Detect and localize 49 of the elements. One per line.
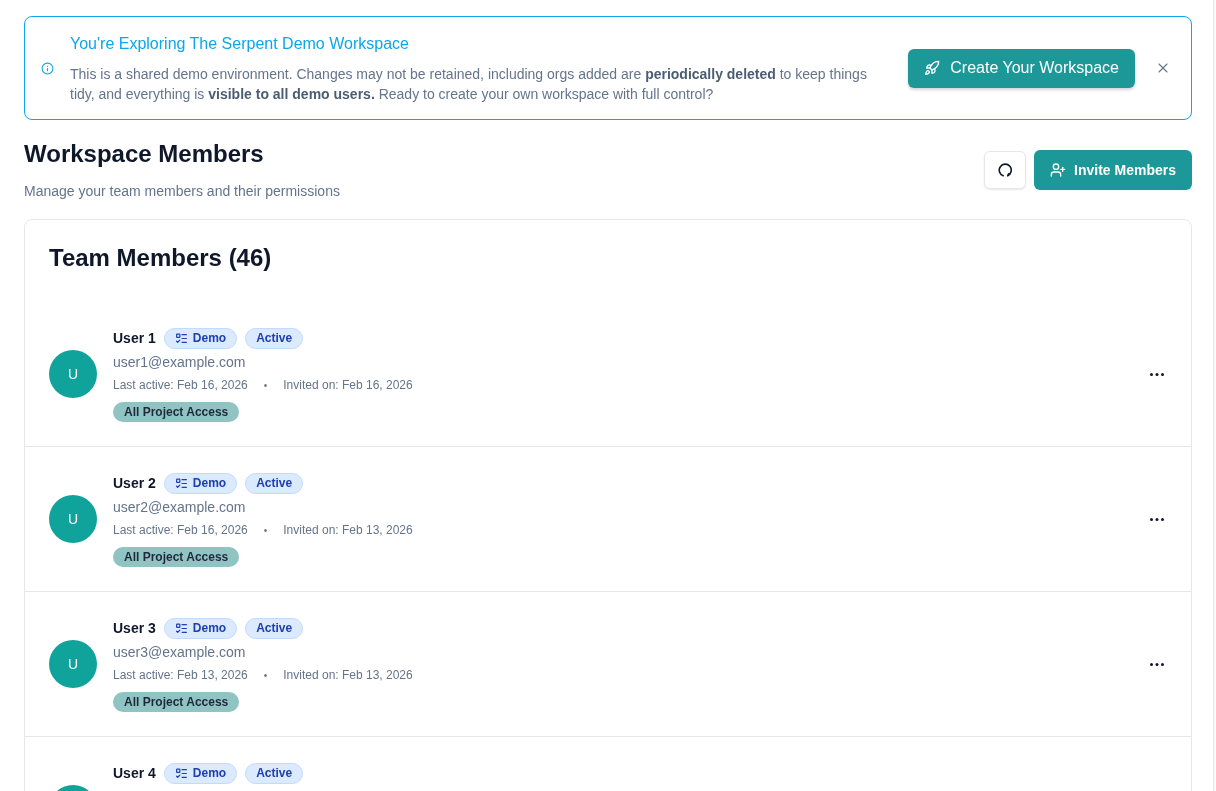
- page-subtitle: Manage your team members and their permissions: [24, 182, 340, 201]
- avatar: U: [49, 640, 97, 688]
- access-badge: All Project Access: [113, 547, 240, 567]
- demo-badge: Demo: [163, 762, 238, 784]
- access-badge: All Project Access: [113, 692, 240, 712]
- create-workspace-button[interactable]: Create Your Workspace: [908, 48, 1135, 88]
- separator-dot: •: [263, 524, 268, 536]
- status-badge: Active: [245, 327, 304, 349]
- status-badge: Active: [245, 617, 304, 639]
- last-active-date: Last active: Feb 16, 2026: [113, 378, 248, 392]
- member-name: User 1: [113, 330, 156, 346]
- avatar: U: [49, 495, 97, 543]
- member-email: user2@example.com: [113, 498, 247, 517]
- invite-members-button[interactable]: Invite Members: [1034, 149, 1192, 190]
- member-name: User 4: [113, 765, 156, 781]
- access-badge: All Project Access: [113, 402, 240, 422]
- invited-date: Invited on: Feb 16, 2026: [283, 378, 413, 392]
- status-badge: Active: [245, 472, 304, 494]
- invited-date: Invited on: Feb 13, 2026: [283, 668, 413, 682]
- info-icon: [41, 61, 54, 75]
- avatar: U: [49, 350, 97, 398]
- checklist-icon: [174, 476, 188, 490]
- checklist-icon: [174, 331, 188, 345]
- checklist-icon: [174, 766, 188, 780]
- last-active-date: Last active: Feb 16, 2026: [113, 523, 248, 537]
- card-title: Team Members (46): [48, 243, 273, 273]
- ellipsis-icon: [1150, 662, 1164, 666]
- demo-badge: Demo: [163, 617, 238, 639]
- invited-date: Invited on: Feb 13, 2026: [283, 523, 413, 537]
- refresh-icon: [998, 162, 1013, 177]
- member-name: User 2: [113, 475, 156, 491]
- demo-badge: Demo: [163, 327, 238, 349]
- refresh-button[interactable]: [984, 150, 1027, 189]
- banner-message: This is a shared demo environment. Changes may not be retained, including orgs added are periodically deleted to keep things tidy, and everything is visible to all demo users. Ready to create your own workspace with full control?: [70, 65, 868, 104]
- ellipsis-icon: [1150, 372, 1164, 376]
- demo-badge: Demo: [163, 472, 238, 494]
- last-active-date: Last active: Feb 13, 2026: [113, 668, 248, 682]
- page-title: Workspace Members: [24, 139, 265, 169]
- banner-title: You're Exploring The Serpent Demo Workspace: [70, 34, 410, 54]
- rocket-icon: [924, 60, 941, 76]
- member-email: user3@example.com: [113, 643, 247, 662]
- user-plus-icon: [1050, 161, 1067, 178]
- ellipsis-icon: [1150, 517, 1164, 521]
- separator-dot: •: [263, 379, 268, 391]
- member-name: User 3: [113, 620, 156, 636]
- separator-dot: •: [263, 669, 268, 681]
- checklist-icon: [174, 621, 188, 635]
- member-email: user1@example.com: [113, 353, 247, 372]
- status-badge: Active: [245, 762, 304, 784]
